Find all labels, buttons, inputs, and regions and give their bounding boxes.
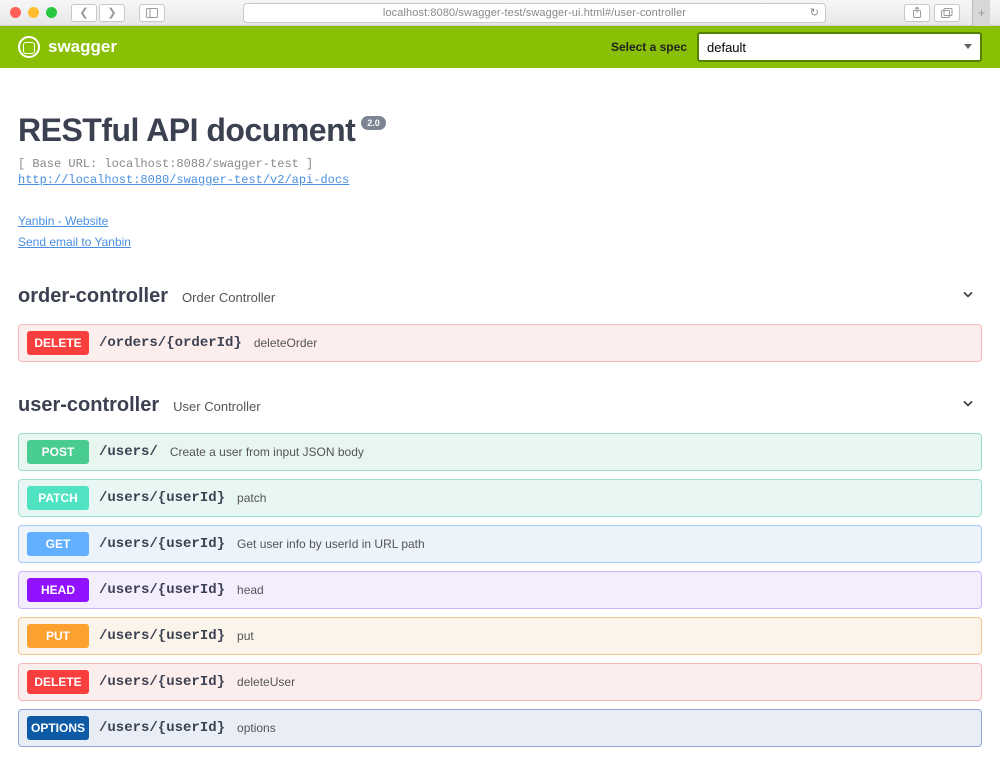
swagger-topbar: swagger Select a spec default	[0, 26, 1000, 68]
swagger-logo-icon	[18, 36, 40, 58]
op-path: /users/{userId}	[99, 674, 225, 690]
op-summary: head	[237, 583, 264, 597]
op-summary: Get user info by userId in URL path	[237, 537, 425, 551]
op-patch-users[interactable]: PATCH /users/{userId} patch	[18, 479, 982, 517]
version-badge: 2.0	[361, 116, 386, 130]
op-put-users[interactable]: PUT /users/{userId} put	[18, 617, 982, 655]
op-delete-orders[interactable]: DELETE /orders/{orderId} deleteOrder	[18, 324, 982, 362]
op-path: /users/{userId}	[99, 720, 225, 736]
op-path: /users/{userId}	[99, 628, 225, 644]
method-badge: HEAD	[27, 578, 89, 602]
forward-button[interactable]: ❯	[99, 4, 125, 22]
minimize-window-icon[interactable]	[28, 7, 39, 18]
contact-website-link[interactable]: Yanbin - Website	[18, 212, 108, 231]
share-icon[interactable]	[904, 4, 930, 22]
window-controls	[10, 7, 57, 18]
tag-desc: User Controller	[173, 399, 260, 414]
chevron-down-icon	[960, 395, 976, 414]
method-badge: OPTIONS	[27, 716, 89, 740]
op-post-users[interactable]: POST /users/ Create a user from input JS…	[18, 433, 982, 471]
op-head-users[interactable]: HEAD /users/{userId} head	[18, 571, 982, 609]
sidebar-toggle-icon[interactable]	[139, 4, 165, 22]
url-text: localhost:8080/swagger-test/swagger-ui.h…	[383, 7, 686, 19]
zoom-window-icon[interactable]	[46, 7, 57, 18]
spec-select[interactable]: default	[697, 32, 982, 62]
back-button[interactable]: ❮	[71, 4, 97, 22]
method-badge: GET	[27, 532, 89, 556]
refresh-icon[interactable]: ↻	[810, 6, 819, 19]
op-path: /orders/{orderId}	[99, 335, 242, 351]
tag-desc: Order Controller	[182, 290, 275, 305]
op-path: /users/{userId}	[99, 536, 225, 552]
tag-user-controller[interactable]: user-controller User Controller	[18, 386, 982, 425]
op-path: /users/{userId}	[99, 582, 225, 598]
method-badge: PUT	[27, 624, 89, 648]
op-summary: options	[237, 721, 276, 735]
tag-order-controller[interactable]: order-controller Order Controller	[18, 277, 982, 316]
browser-chrome: ❮ ❯ localhost:8080/swagger-test/swagger-…	[0, 0, 1000, 26]
method-badge: POST	[27, 440, 89, 464]
swagger-logo[interactable]: swagger	[18, 36, 117, 58]
op-delete-users[interactable]: DELETE /users/{userId} deleteUser	[18, 663, 982, 701]
tag-name: order-controller	[18, 285, 168, 308]
op-path: /users/	[99, 444, 158, 460]
contact-email-link[interactable]: Send email to Yanbin	[18, 233, 131, 252]
op-path: /users/{userId}	[99, 490, 225, 506]
close-window-icon[interactable]	[10, 7, 21, 18]
tabs-icon[interactable]	[934, 4, 960, 22]
op-get-users[interactable]: GET /users/{userId} Get user info by use…	[18, 525, 982, 563]
url-bar[interactable]: localhost:8080/swagger-test/swagger-ui.h…	[243, 3, 826, 23]
method-badge: DELETE	[27, 331, 89, 355]
tag-name: user-controller	[18, 394, 159, 417]
op-options-users[interactable]: OPTIONS /users/{userId} options	[18, 709, 982, 747]
op-summary: deleteOrder	[254, 336, 317, 350]
swagger-brand-text: swagger	[48, 37, 117, 57]
main-content: RESTful API document 2.0 [ Base URL: loc…	[0, 68, 1000, 777]
api-docs-link[interactable]: http://localhost:8080/swagger-test/v2/ap…	[18, 173, 349, 187]
op-summary: Create a user from input JSON body	[170, 445, 364, 459]
method-badge: PATCH	[27, 486, 89, 510]
new-tab-button[interactable]: +	[972, 0, 990, 26]
op-summary: deleteUser	[237, 675, 295, 689]
page-title: RESTful API document	[18, 112, 355, 149]
chevron-down-icon	[960, 286, 976, 305]
spec-select-label: Select a spec	[611, 40, 687, 54]
op-summary: put	[237, 629, 254, 643]
op-summary: patch	[237, 491, 266, 505]
base-url: [ Base URL: localhost:8088/swagger-test …	[18, 157, 982, 171]
